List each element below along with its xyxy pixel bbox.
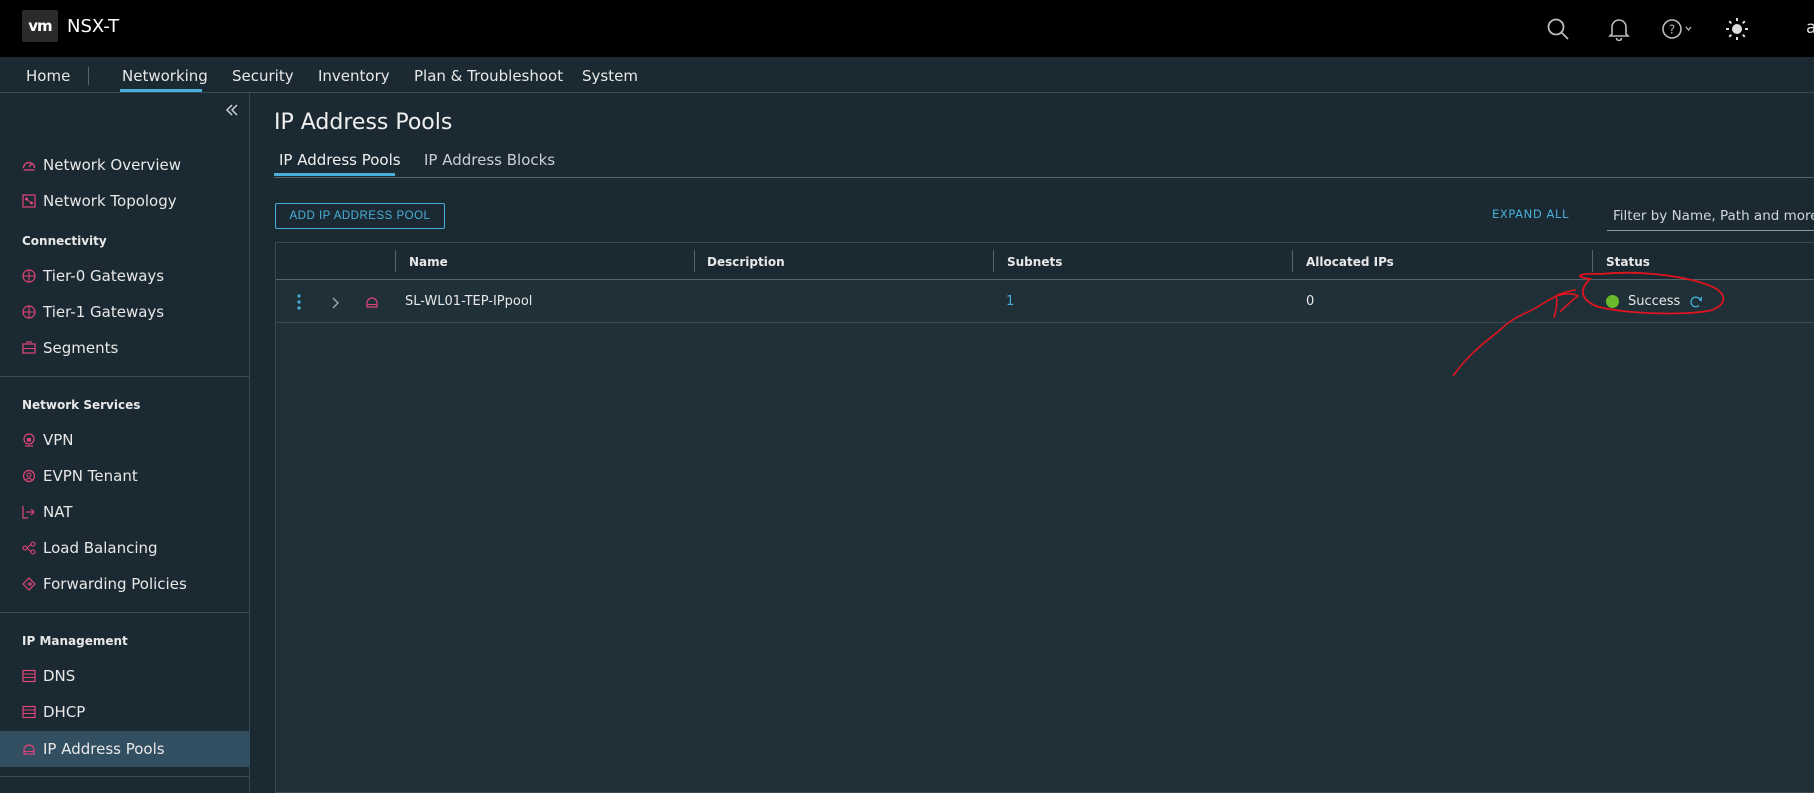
sidebar-item-forwarding-policies[interactable]: Forwarding Policies — [0, 566, 250, 602]
forwarding-icon — [22, 577, 36, 591]
sidebar-item-label: Network Overview — [43, 156, 182, 174]
sidebar-heading-network-services: Network Services — [22, 398, 141, 412]
expand-all-button[interactable]: EXPAND ALL — [1492, 207, 1569, 221]
load-balancing-icon — [22, 541, 36, 555]
sidebar-item-label: Tier-0 Gateways — [43, 267, 165, 285]
cell-status: Success — [1628, 294, 1681, 309]
vmware-logo[interactable]: vm — [22, 10, 58, 42]
sidebar-item-tier0-gateways[interactable]: Tier-0 Gateways — [0, 258, 250, 294]
top-header: vm NSX-T ? a — [0, 0, 1814, 57]
nav-security[interactable]: Security — [232, 67, 294, 85]
segments-icon — [22, 341, 36, 355]
sidebar-item-evpn-tenant[interactable]: EVPN Tenant — [0, 458, 250, 494]
sidebar-item-vpn[interactable]: VPN — [0, 422, 250, 458]
column-divider — [1292, 250, 1293, 272]
vpn-icon — [22, 433, 36, 447]
nav-home[interactable]: Home — [26, 67, 70, 85]
column-divider — [395, 250, 396, 272]
sidebar-item-label: Segments — [43, 339, 119, 357]
main-navigation: Home Networking Security Inventory Plan … — [0, 57, 1814, 93]
dns-icon — [22, 669, 36, 683]
expand-row-icon[interactable] — [331, 295, 341, 309]
sidebar-item-network-overview[interactable]: Network Overview — [0, 147, 250, 183]
sidebar-item-load-balancing[interactable]: Load Balancing — [0, 530, 250, 566]
tab-active-indicator — [274, 173, 395, 176]
filter-input[interactable] — [1607, 201, 1814, 231]
sidebar-item-nat[interactable]: NAT — [0, 494, 250, 530]
cell-subnets-link[interactable]: 1 — [1006, 294, 1014, 309]
nav-system[interactable]: System — [582, 67, 638, 85]
gateway-icon — [22, 305, 36, 319]
column-header-allocated-ips[interactable]: Allocated IPs — [1306, 255, 1394, 269]
sidebar-divider — [0, 376, 250, 377]
column-divider — [993, 250, 994, 272]
dhcp-icon — [22, 705, 36, 719]
sidebar-item-segments[interactable]: Segments — [0, 330, 250, 366]
add-ip-address-pool-button[interactable]: ADD IP ADDRESS POOL — [275, 203, 445, 229]
column-header-status[interactable]: Status — [1606, 255, 1650, 269]
cell-allocated-ips: 0 — [1306, 294, 1315, 309]
ip-pool-icon — [22, 742, 36, 756]
gateway-icon — [22, 269, 36, 283]
table-header: Name Description Subnets Allocated IPs S… — [276, 243, 1814, 280]
collapse-sidebar-icon[interactable] — [222, 100, 242, 120]
bell-icon[interactable] — [1604, 14, 1634, 44]
sidebar-item-dns[interactable]: DNS — [0, 658, 250, 694]
svg-text:?: ? — [1669, 23, 1675, 37]
sidebar-item-network-topology[interactable]: Network Topology — [0, 183, 250, 219]
sidebar-item-ip-address-pools[interactable]: IP Address Pools — [0, 731, 250, 767]
nav-divider — [88, 67, 89, 85]
sidebar-item-label: NAT — [43, 503, 73, 521]
theme-icon[interactable] — [1722, 14, 1752, 44]
sidebar-item-label: Network Topology — [43, 192, 177, 210]
row-actions-icon[interactable] — [295, 292, 303, 312]
nav-active-indicator — [120, 89, 202, 92]
nav-inventory[interactable]: Inventory — [318, 67, 390, 85]
sidebar-heading-ip-management: IP Management — [22, 634, 128, 648]
user-menu[interactable]: a — [1806, 18, 1814, 38]
column-divider — [1592, 250, 1593, 272]
status-success-icon — [1606, 295, 1619, 308]
ip-pools-table: Name Description Subnets Allocated IPs S… — [275, 242, 1814, 793]
tab-divider — [274, 177, 1814, 178]
sidebar-item-label: IP Address Pools — [43, 740, 165, 758]
sidebar-item-dhcp[interactable]: DHCP — [0, 694, 250, 730]
help-icon[interactable]: ? — [1658, 14, 1698, 44]
nat-icon — [22, 505, 36, 519]
tab-ip-address-pools[interactable]: IP Address Pools — [279, 151, 401, 169]
sidebar-item-tier1-gateways[interactable]: Tier-1 Gateways — [0, 294, 250, 330]
sidebar: Network Overview Network Topology Connec… — [0, 93, 250, 793]
column-header-description[interactable]: Description — [707, 255, 785, 269]
sidebar-item-label: EVPN Tenant — [43, 467, 138, 485]
table-row[interactable]: SL-WL01-TEP-IPpool 1 0 Success — [276, 280, 1814, 323]
sidebar-item-label: DNS — [43, 667, 76, 685]
sidebar-divider — [0, 776, 250, 777]
network-topology-icon — [22, 194, 36, 208]
evpn-icon — [22, 469, 36, 483]
sidebar-item-label: DHCP — [43, 703, 86, 721]
app-title[interactable]: NSX-T — [67, 16, 119, 37]
nav-plan-troubleshoot[interactable]: Plan & Troubleshoot — [414, 67, 563, 85]
column-header-subnets[interactable]: Subnets — [1007, 255, 1062, 269]
ip-pool-icon — [365, 294, 379, 308]
network-overview-icon — [22, 158, 36, 172]
refresh-icon[interactable] — [1689, 294, 1703, 308]
column-divider — [694, 250, 695, 272]
column-header-name[interactable]: Name — [409, 255, 448, 269]
search-icon[interactable] — [1543, 14, 1573, 44]
sidebar-item-label: VPN — [43, 431, 74, 449]
sidebar-divider — [0, 612, 250, 613]
sidebar-item-label: Forwarding Policies — [43, 575, 187, 593]
cell-name[interactable]: SL-WL01-TEP-IPpool — [405, 294, 532, 309]
page-title: IP Address Pools — [274, 110, 453, 135]
sidebar-item-label: Tier-1 Gateways — [43, 303, 165, 321]
sidebar-heading-connectivity: Connectivity — [22, 234, 107, 248]
sidebar-item-label: Load Balancing — [43, 539, 158, 557]
tab-ip-address-blocks[interactable]: IP Address Blocks — [424, 151, 555, 169]
nav-networking[interactable]: Networking — [122, 67, 208, 85]
